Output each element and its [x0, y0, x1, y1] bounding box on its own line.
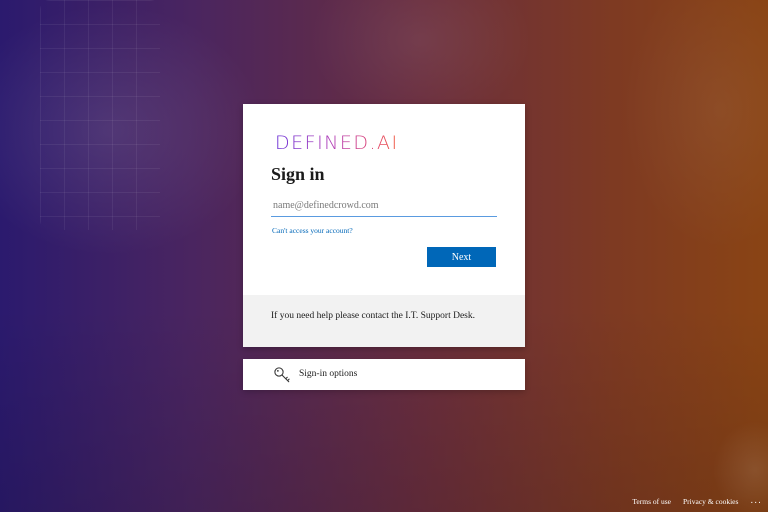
sign-in-options-label: Sign-in options [299, 369, 358, 379]
email-field[interactable] [271, 194, 497, 217]
more-options-icon[interactable]: ... [750, 496, 762, 506]
privacy-cookies-link[interactable]: Privacy & cookies [683, 497, 738, 506]
key-icon [274, 367, 290, 383]
help-text: If you need help please contact the I.T.… [271, 311, 476, 321]
page-title: Sign in [271, 164, 325, 184]
company-logo: DEFINED.AI [275, 132, 399, 154]
footer: Terms of use Privacy & cookies ... [632, 494, 762, 508]
background-keyboard [40, 0, 160, 230]
cant-access-account-link[interactable]: Can't access your account? [272, 226, 353, 235]
help-section: If you need help please contact the I.T.… [243, 295, 525, 347]
sign-in-options-button[interactable]: Sign-in options [243, 359, 525, 390]
sign-in-form: DEFINED.AI Sign in Can't access your acc… [243, 104, 525, 295]
terms-of-use-link[interactable]: Terms of use [632, 497, 671, 506]
sign-in-card: DEFINED.AI Sign in Can't access your acc… [243, 104, 525, 347]
next-button[interactable]: Next [427, 247, 496, 267]
